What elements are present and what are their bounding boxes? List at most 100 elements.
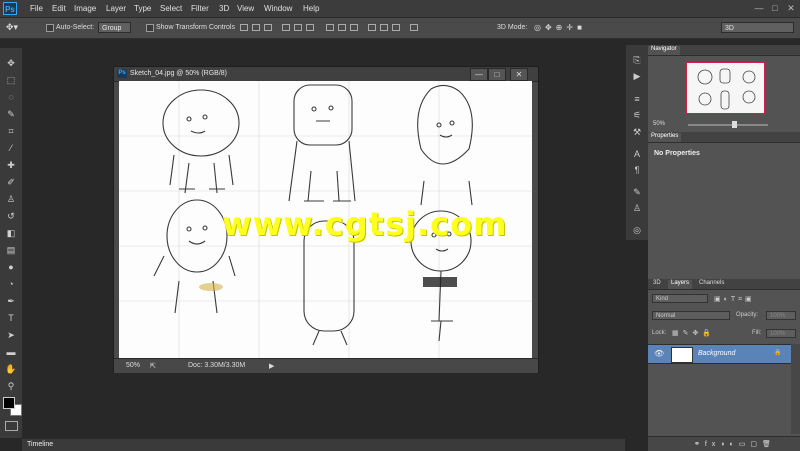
auto-align-icon[interactable] (410, 24, 418, 31)
tab-properties[interactable]: Properties (648, 133, 682, 142)
blend-mode-dropdown[interactable]: Normal (652, 311, 730, 320)
actions-panel-icon[interactable]: ▶ (630, 69, 644, 83)
marquee-icon[interactable]: ⬚ (4, 73, 18, 87)
layers-scrollbar[interactable] (791, 344, 800, 434)
zoom-level[interactable]: 50% (126, 362, 140, 369)
align-right-icon[interactable] (306, 24, 314, 31)
shape-icon[interactable]: ▬ (4, 345, 18, 359)
menu-select[interactable]: Select (160, 4, 182, 13)
blur-icon[interactable]: ● (4, 260, 18, 274)
menu-filter[interactable]: Filter (191, 4, 209, 13)
align-left-icon[interactable] (282, 24, 290, 31)
doc-minimize-button[interactable]: — (470, 68, 488, 81)
dodge-icon[interactable]: ◔ (4, 277, 18, 291)
fill-label: Fill: (752, 330, 762, 336)
brush-icon[interactable]: ✐ (4, 175, 18, 189)
menu-image[interactable]: Image (74, 4, 96, 13)
visibility-eye-icon[interactable]: 👁 (654, 349, 664, 358)
navigator-zoom[interactable]: 50% (653, 121, 665, 127)
workspace-dropdown[interactable]: 3D (721, 22, 794, 33)
align-hcenter-icon[interactable] (294, 24, 302, 31)
type-icon[interactable]: T (4, 311, 18, 325)
pen-icon[interactable]: ✒ (4, 294, 18, 308)
history-brush-icon[interactable]: ↺ (4, 209, 18, 223)
menu-type[interactable]: Type (134, 4, 151, 13)
tab-timeline[interactable]: Timeline (27, 441, 53, 448)
3d-panel-icon[interactable]: ◎ (630, 223, 644, 237)
layer-comps-icon[interactable]: ⚟ (630, 108, 644, 122)
status-menu-arrow-icon[interactable]: ▶ (269, 362, 274, 370)
toolbox: ✥ ⬚ ◌ ✎ ⌗ ⁄ ✚ ✐ ♙ ↺ ◧ ▤ ● ◔ ✒ T ➤ ▬ ✋ ⚲ (0, 48, 23, 438)
lock-icons[interactable]: ▦✎✥🔒 (672, 329, 715, 337)
menu-view[interactable]: View (237, 4, 254, 13)
path-select-icon[interactable]: ➤ (4, 328, 18, 342)
menu-layer[interactable]: Layer (106, 4, 126, 13)
distribute-left-icon[interactable] (368, 24, 376, 31)
lasso-icon[interactable]: ◌ (4, 90, 18, 104)
menu-file[interactable]: File (30, 4, 43, 13)
navigator-preview[interactable] (686, 62, 765, 114)
timeline-bar: Timeline (22, 438, 625, 451)
layers-bottom-bar: ⚭fx◑◐▭▢🗑 (648, 436, 800, 451)
quick-select-icon[interactable]: ✎ (4, 107, 18, 121)
fill-input[interactable]: 100% (766, 329, 796, 338)
tab-channels[interactable]: Channels (696, 280, 727, 286)
foreground-color-swatch[interactable] (3, 397, 15, 409)
align-bottom-icon[interactable] (264, 24, 272, 31)
show-transform-checkbox[interactable] (146, 24, 154, 32)
align-vcenter-icon[interactable] (252, 24, 260, 31)
auto-select-checkbox[interactable] (46, 24, 54, 32)
close-button[interactable]: ✕ (786, 3, 796, 13)
menu-3d[interactable]: 3D (219, 4, 229, 13)
healing-brush-icon[interactable]: ✚ (4, 158, 18, 172)
minimize-button[interactable]: — (754, 3, 764, 13)
paragraph-panel-icon[interactable]: ¶ (630, 163, 644, 177)
navigator-slider-handle[interactable] (732, 121, 737, 128)
3d-mode-icons[interactable]: ◎✥⊕✛■ (534, 23, 586, 32)
history-panel-icon[interactable]: ⎘ (630, 53, 644, 67)
doc-maximize-button[interactable]: □ (488, 68, 506, 81)
watermark: www.cgtsj.com (222, 205, 508, 243)
tool-presets-icon[interactable]: ⚒ (630, 125, 644, 139)
document-title-bar[interactable]: Ps Sketch_04.jpg @ 50% (RGB/8) — □ ✕ (114, 67, 538, 82)
layer-name[interactable]: Background (698, 350, 735, 357)
character-panel-icon[interactable]: A (630, 147, 644, 161)
document-status-bar: 50% ⇱ Doc: 3.30M/3.30M ▶ (114, 358, 538, 373)
maximize-button[interactable]: □ (770, 3, 780, 13)
quick-mask-icon[interactable] (5, 421, 18, 431)
gradient-icon[interactable]: ▤ (4, 243, 18, 257)
menu-window[interactable]: Window (264, 4, 292, 13)
menu-edit[interactable]: Edit (52, 4, 66, 13)
brush-panel-icon[interactable]: ✎ (630, 185, 644, 199)
distribute-right-icon[interactable] (392, 24, 400, 31)
tab-3d[interactable]: 3D (650, 280, 664, 286)
align-top-icon[interactable] (240, 24, 248, 31)
export-icon[interactable]: ⇱ (150, 362, 156, 370)
distribute-top-icon[interactable] (326, 24, 334, 31)
distribute-vcenter-icon[interactable] (338, 24, 346, 31)
eraser-icon[interactable]: ◧ (4, 226, 18, 240)
menu-help[interactable]: Help (303, 4, 319, 13)
distribute-hcenter-icon[interactable] (380, 24, 388, 31)
tab-navigator[interactable]: Navigator (648, 46, 680, 55)
distribute-bottom-icon[interactable] (350, 24, 358, 31)
auto-select-dropdown[interactable]: Group (98, 22, 131, 33)
eyedropper-icon[interactable]: ⁄ (4, 141, 18, 155)
clone-source-icon[interactable]: ♙ (630, 201, 644, 215)
layer-row-background[interactable]: 👁 Background 🔒 (648, 344, 791, 364)
crop-icon[interactable]: ⌗ (4, 124, 18, 138)
move-icon[interactable]: ✥ (4, 56, 18, 70)
layer-action-icons[interactable]: ⚭fx◑◐▭▢🗑 (694, 440, 776, 448)
zoom-icon[interactable]: ⚲ (4, 379, 18, 393)
opacity-input[interactable]: 100% (766, 311, 796, 320)
doc-close-button[interactable]: ✕ (510, 68, 528, 81)
navigator-zoom-slider[interactable] (688, 124, 768, 126)
tab-layers[interactable]: Layers (668, 280, 693, 289)
layer-filter-icons[interactable]: ▣◐T⌗▣ (714, 295, 755, 304)
clone-stamp-icon[interactable]: ♙ (4, 192, 18, 206)
move-tool-preset-icon[interactable]: ✥▾ (6, 22, 18, 33)
layer-filter-dropdown[interactable]: Kind (652, 294, 708, 303)
hand-icon[interactable]: ✋ (4, 362, 18, 376)
app-logo: Ps (3, 2, 17, 15)
adjust-panel-icon[interactable]: ≡ (630, 92, 644, 106)
